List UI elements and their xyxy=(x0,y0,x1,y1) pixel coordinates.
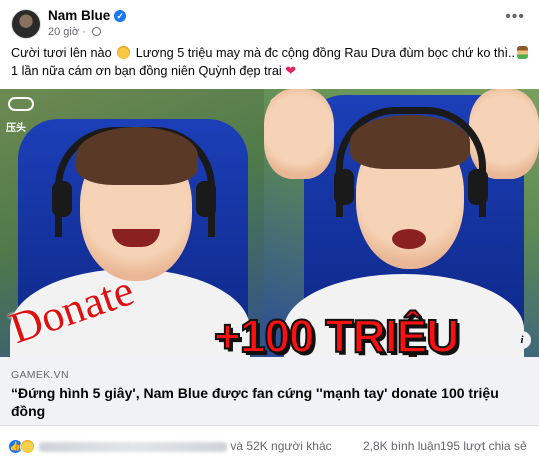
raised-arm xyxy=(264,89,334,179)
caption-text-2: Lương 5 triệu may mà đc cộng đồng Rau Dư… xyxy=(135,46,516,60)
facebook-post: Nam Blue ✓ 20 giờ · ••• Cười tươi lên nào… xyxy=(0,0,539,467)
post-caption: Cười tươi lên nào Lương 5 triệu may mà đ… xyxy=(11,44,531,80)
headset-cup xyxy=(52,181,72,217)
headset-cup xyxy=(334,169,354,205)
sweat-smile-emoji xyxy=(117,46,131,59)
headset-cup xyxy=(196,181,216,217)
person-emoji xyxy=(517,46,529,59)
post-time[interactable]: 20 giờ xyxy=(48,26,79,38)
reactions-count[interactable]: và 52K người khác xyxy=(39,439,332,453)
link-domain: GAMEK.VN xyxy=(11,369,69,381)
shares-count[interactable]: 195 lượt chia sẻ xyxy=(440,439,527,453)
game-vehicle-icon xyxy=(8,97,34,111)
verified-badge-icon: ✓ xyxy=(114,10,127,23)
post-author[interactable]: Nam Blue ✓ xyxy=(48,8,127,23)
open-mouth xyxy=(392,229,426,249)
post-image[interactable]: 压头 压头 Donate +100 TRIỆU i xyxy=(0,89,539,357)
caption-text-3: 1 lần nữa cám ơn bạn đồng niên Quỳnh đẹp… xyxy=(11,64,282,78)
heart-emoji: ❤ xyxy=(285,63,297,78)
reactions-text: và 52K người khác xyxy=(230,439,332,453)
hair xyxy=(76,127,198,185)
globe-icon xyxy=(91,27,101,36)
info-icon[interactable]: i xyxy=(513,331,531,349)
hair xyxy=(350,115,470,169)
link-preview[interactable]: GAMEK.VN “Đứng hình 5 giây', Nam Blue đư… xyxy=(0,357,539,426)
caption-text-1: Cười tươi lên nào xyxy=(11,46,112,60)
haha-reaction-icon[interactable] xyxy=(20,439,35,454)
game-icon-label: 压头 xyxy=(6,123,26,134)
link-headline[interactable]: “Đứng hình 5 giây', Nam Blue được fan cứ… xyxy=(11,384,531,420)
author-name[interactable]: Nam Blue xyxy=(48,8,110,23)
headset-cup xyxy=(468,169,488,205)
comments-count[interactable]: 2,8K bình luận xyxy=(363,439,440,453)
more-options-icon[interactable]: ••• xyxy=(505,9,525,25)
avatar[interactable] xyxy=(11,9,41,39)
redacted-names xyxy=(39,441,227,452)
post-meta: 20 giờ · xyxy=(48,26,101,38)
amount-overlay-text: +100 TRIỆU xyxy=(213,309,460,357)
post-footer: 👍 và 52K người khác 2,8K bình luận 195 l… xyxy=(0,426,539,467)
